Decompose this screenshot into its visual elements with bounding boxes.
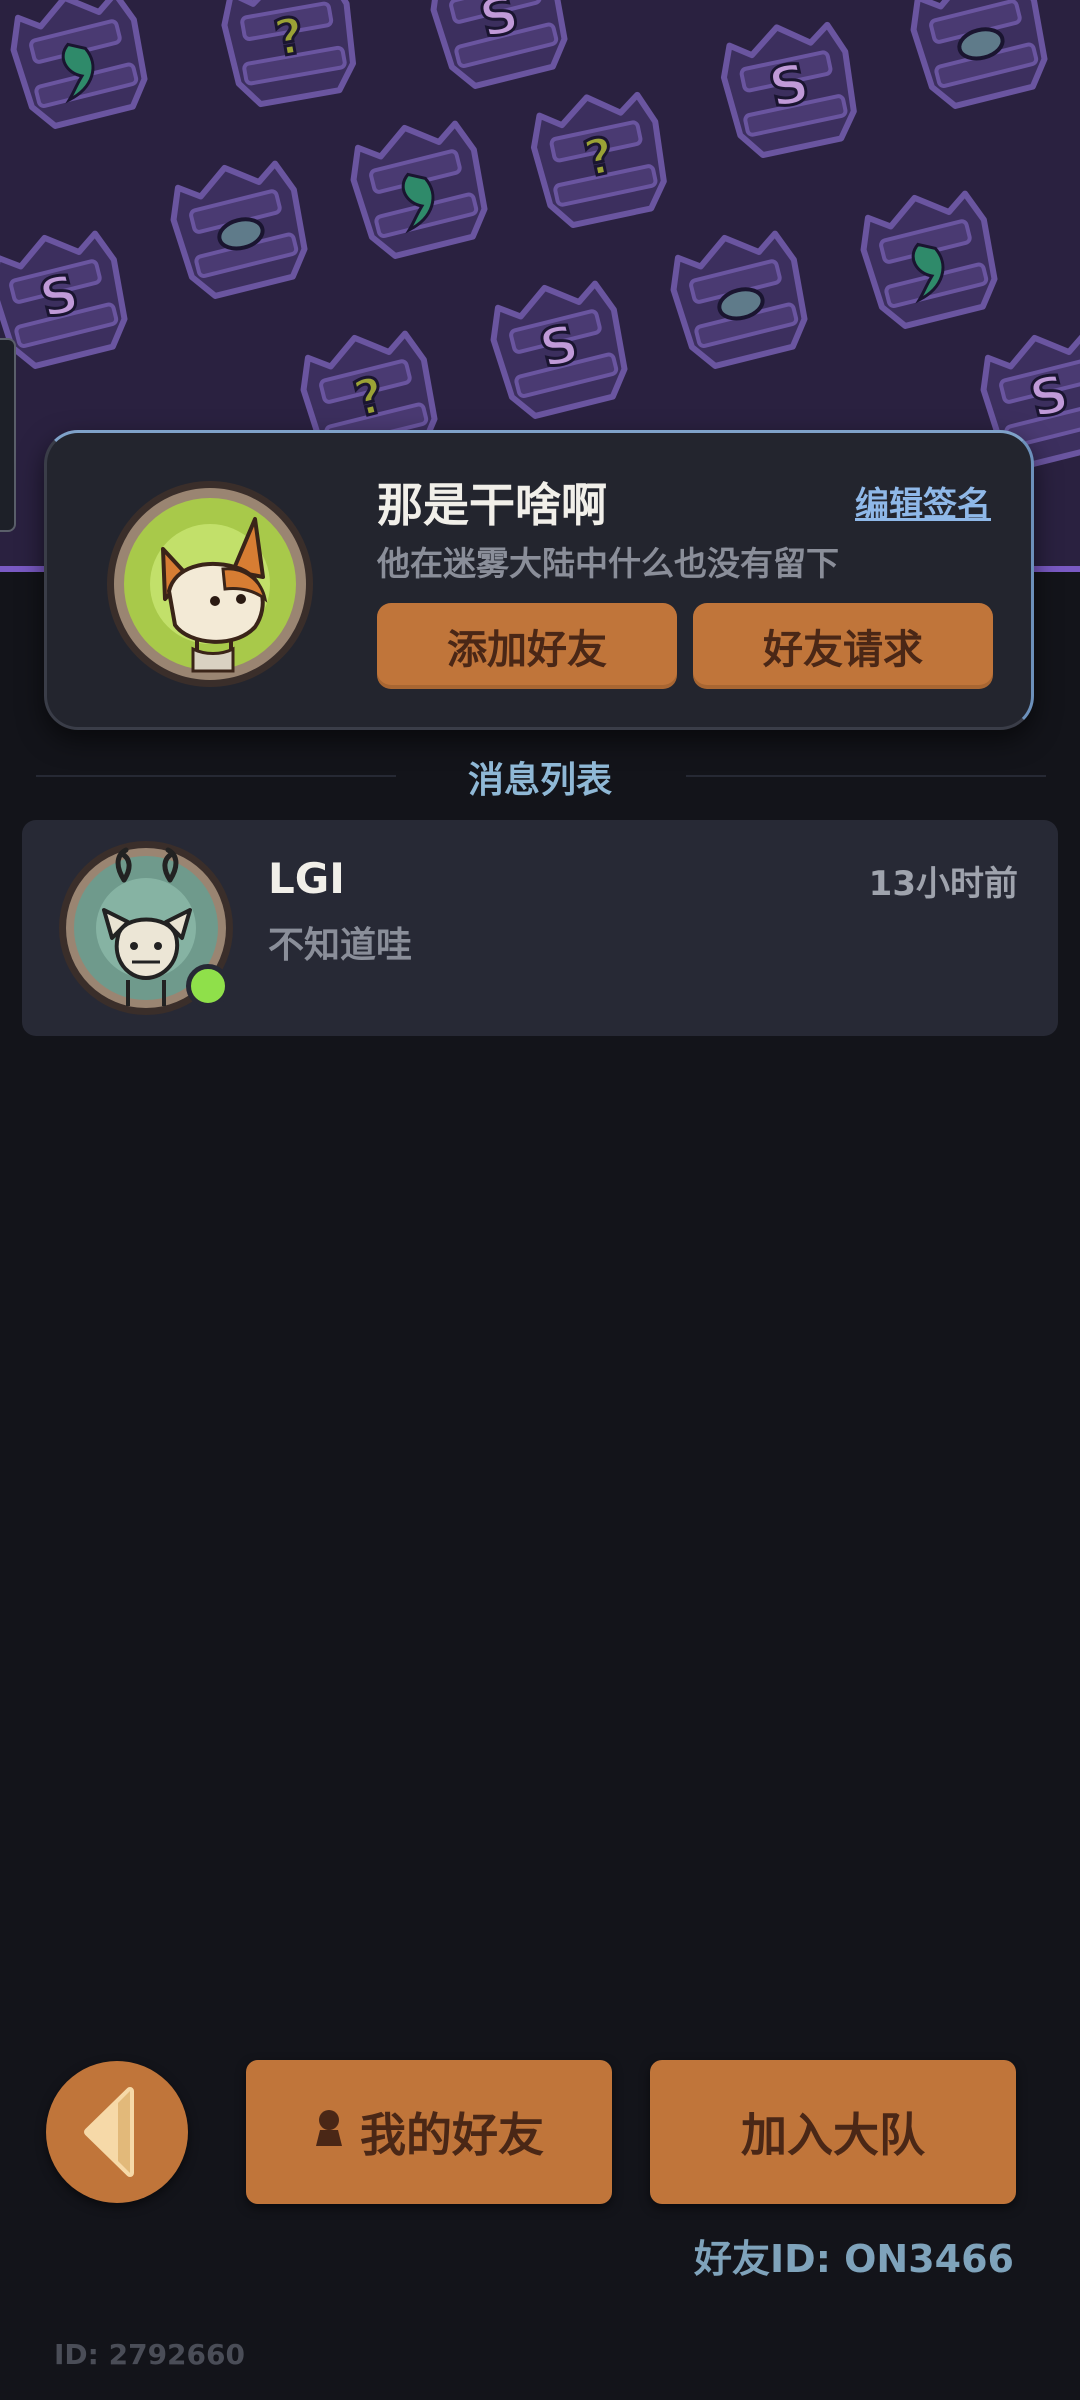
back-arrow-icon: [84, 2087, 134, 2177]
user-id: ID: 2792660: [54, 2338, 245, 2371]
side-drawer-handle[interactable]: [0, 338, 16, 532]
back-button[interactable]: [46, 2061, 188, 2203]
friend-requests-button[interactable]: 好友请求: [693, 603, 993, 689]
profile-avatar[interactable]: [105, 479, 315, 689]
profile-signature: 他在迷雾大陆中什么也没有留下: [377, 544, 839, 583]
fox-avatar: [107, 481, 313, 687]
message-time: 13小时前: [868, 864, 1018, 904]
profile-name: 那是干啥啊: [377, 478, 607, 532]
edit-signature-link[interactable]: 编辑签名: [855, 477, 991, 526]
profile-card: 那是干啥啊 编辑签名 他在迷雾大陆中什么也没有留下 添加好友 好友请求: [44, 430, 1034, 730]
add-friend-button[interactable]: 添加好友: [377, 603, 677, 689]
friend-id: 好友ID: ON3466: [694, 2237, 1014, 2281]
friends-screen: ? S S S ? ? S S 那是干啥啊 编辑签名 他在迷雾大陆中什么也没有留…: [0, 0, 1080, 2400]
message-list-item[interactable]: LGI 不知道哇 13小时前: [22, 820, 1058, 1036]
online-status-dot: [186, 964, 230, 1008]
contact-name: LGI: [268, 854, 345, 903]
my-friends-button[interactable]: 我的好友: [246, 2060, 612, 2204]
message-list-header: 消息列表: [0, 745, 1080, 805]
my-friends-label: 我的好友: [360, 2108, 544, 2162]
message-list-title: 消息列表: [467, 760, 612, 801]
person-icon: [314, 2105, 344, 2159]
join-team-button[interactable]: 加入大队: [650, 2060, 1016, 2204]
message-preview: 不知道哇: [268, 925, 413, 966]
